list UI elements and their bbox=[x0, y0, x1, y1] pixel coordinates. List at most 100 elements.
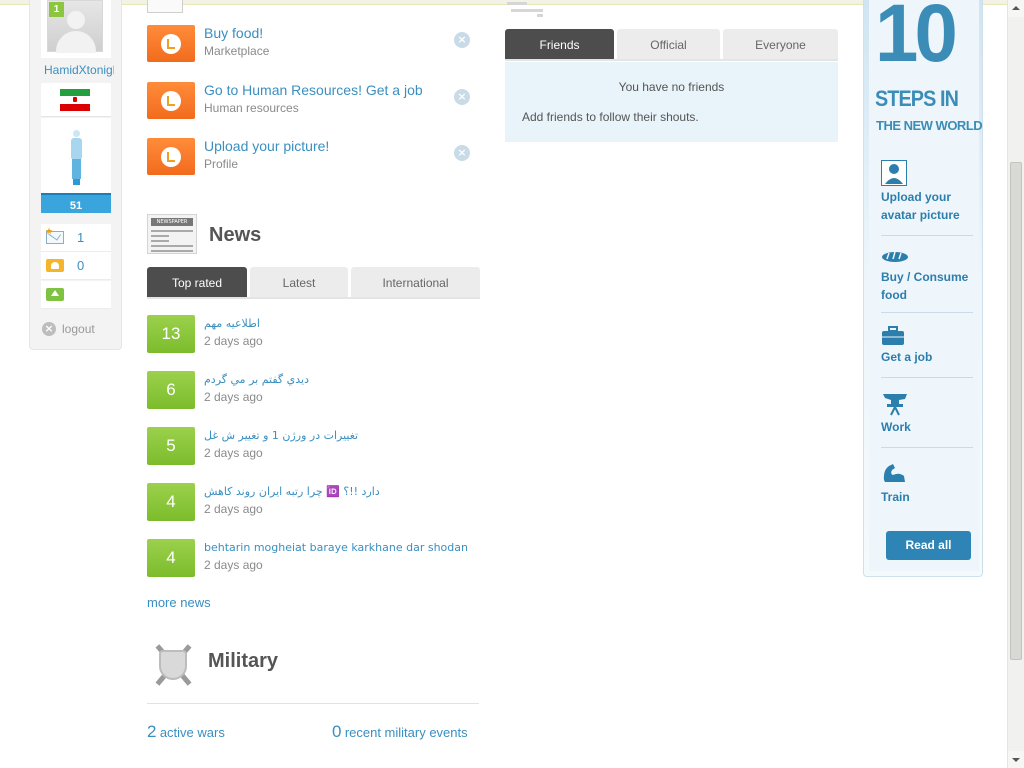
user-sidebar: 1 HamidXtonight 51 ★ 1 0 × logout bbox=[29, 0, 122, 350]
news-item: 4 behtarin mogheiat baraye karkhane dar … bbox=[147, 539, 477, 579]
task-item: Buy food! Marketplace × bbox=[147, 25, 477, 75]
bread-icon bbox=[882, 251, 908, 262]
vote-count[interactable]: 5 bbox=[147, 427, 195, 465]
crossed-swords-icon bbox=[149, 640, 197, 690]
citizenship-flag[interactable] bbox=[41, 83, 111, 117]
messages-row[interactable]: ★ 1 bbox=[41, 224, 111, 252]
step-train[interactable]: Train bbox=[881, 462, 973, 507]
active-wars-count: 2 bbox=[147, 722, 157, 741]
events-count: 0 bbox=[332, 722, 342, 741]
no-friends-message: You have no friends bbox=[618, 80, 725, 94]
news-item: 4 چرا رتبه ایران روند کاهش 🆔 دارد !!؟ 2 … bbox=[147, 483, 477, 523]
task-title-link[interactable]: Go to Human Resources! Get a job bbox=[204, 82, 423, 98]
tab-top-rated[interactable]: Top rated bbox=[147, 267, 247, 297]
step-label: Upload your avatar picture bbox=[881, 190, 960, 222]
energy-bar: 51 bbox=[41, 193, 111, 213]
step-label: Train bbox=[881, 490, 910, 504]
news-time: 2 days ago bbox=[204, 558, 263, 572]
news-title-link[interactable]: ديدي گفتم بر مي گردم bbox=[204, 373, 309, 386]
task-subtitle: Profile bbox=[204, 157, 239, 171]
news-time: 2 days ago bbox=[204, 334, 263, 348]
vote-count[interactable]: 4 bbox=[147, 483, 195, 521]
shout-tabs: Friends Official Everyone bbox=[505, 29, 838, 61]
more-news-link[interactable]: more news bbox=[147, 595, 211, 610]
briefcase-icon bbox=[882, 326, 904, 345]
step-buy-food[interactable]: Buy / Consume food bbox=[881, 250, 973, 305]
step-label: Work bbox=[881, 420, 911, 434]
vote-count[interactable]: 6 bbox=[147, 371, 195, 409]
task-clock-icon bbox=[147, 25, 195, 62]
divider bbox=[881, 312, 973, 313]
dismiss-task-icon[interactable]: × bbox=[454, 32, 470, 48]
dismiss-task-icon[interactable]: × bbox=[454, 89, 470, 105]
dismiss-task-icon[interactable]: × bbox=[454, 145, 470, 161]
alerts-count[interactable]: 0 bbox=[77, 258, 84, 273]
close-circle-icon: × bbox=[42, 322, 56, 336]
step-label: Get a job bbox=[881, 350, 933, 364]
task-subtitle: Human resources bbox=[204, 101, 299, 115]
vote-count[interactable]: 13 bbox=[147, 315, 195, 353]
partial-content-top bbox=[507, 0, 545, 18]
step-get-job[interactable]: Get a job bbox=[881, 326, 973, 366]
vertical-scrollbar[interactable] bbox=[1007, 0, 1024, 768]
steps-panel: 10 STEPS IN THE NEW WORLD Upload your av… bbox=[863, 0, 983, 577]
news-title-link[interactable]: تغییرات در ورژن 1 و تغییر ش غل bbox=[204, 429, 358, 442]
scroll-down-arrow-icon[interactable] bbox=[1008, 751, 1024, 768]
military-events-link[interactable]: 0 recent military events bbox=[332, 722, 468, 742]
steps-big-number: 10 bbox=[875, 0, 958, 79]
tab-friends[interactable]: Friends bbox=[505, 29, 614, 59]
alerts-row[interactable]: 0 bbox=[41, 252, 111, 280]
arrow-up-icon bbox=[46, 288, 64, 301]
steps-heading: STEPS IN bbox=[875, 86, 959, 111]
upgrade-row[interactable] bbox=[41, 281, 111, 309]
news-title: News bbox=[209, 224, 262, 246]
news-title-link[interactable]: اطلاعیه مهم bbox=[204, 317, 260, 330]
anvil-icon bbox=[883, 394, 907, 416]
shouts-panel: You have no friends Add friends to follo… bbox=[505, 62, 838, 142]
messages-count[interactable]: 1 bbox=[77, 230, 84, 245]
tab-latest[interactable]: Latest bbox=[250, 267, 348, 297]
scroll-up-arrow-icon[interactable] bbox=[1008, 0, 1024, 17]
character-body bbox=[41, 118, 111, 193]
iran-flag-icon bbox=[60, 89, 90, 111]
character-figure-icon bbox=[69, 130, 83, 190]
news-item: 5 تغییرات در ورژن 1 و تغییر ش غل 2 days … bbox=[147, 427, 477, 467]
partial-icon-top bbox=[147, 0, 183, 13]
step-work[interactable]: Work bbox=[881, 390, 973, 435]
divider bbox=[881, 235, 973, 236]
task-title-link[interactable]: Buy food! bbox=[204, 25, 263, 41]
tab-international[interactable]: International bbox=[351, 267, 480, 297]
level-badge: 1 bbox=[49, 2, 64, 17]
news-title-link[interactable]: چرا رتبه ایران روند کاهش 🆔 دارد !!؟ bbox=[204, 485, 380, 498]
muscle-icon bbox=[883, 464, 905, 482]
news-time: 2 days ago bbox=[204, 390, 263, 404]
task-item: Upload your picture! Profile × bbox=[147, 138, 477, 188]
news-item: 6 ديدي گفتم بر مي گردم 2 days ago bbox=[147, 371, 477, 411]
steps-subheading: THE NEW WORLD bbox=[876, 118, 983, 133]
user-icon bbox=[881, 160, 907, 186]
scrollbar-thumb[interactable] bbox=[1010, 162, 1022, 660]
newspaper-icon: NEWSPAPER bbox=[147, 214, 197, 254]
news-time: 2 days ago bbox=[204, 446, 263, 460]
logout-label: logout bbox=[62, 322, 95, 336]
step-upload-avatar[interactable]: Upload your avatar picture bbox=[881, 160, 973, 230]
read-all-button[interactable]: Read all bbox=[886, 531, 971, 560]
vote-count[interactable]: 4 bbox=[147, 539, 195, 577]
task-title-link[interactable]: Upload your picture! bbox=[204, 138, 329, 154]
active-wars-link[interactable]: 2 active wars bbox=[147, 722, 225, 742]
task-subtitle: Marketplace bbox=[204, 44, 270, 58]
divider bbox=[147, 703, 479, 704]
news-item: 13 اطلاعیه مهم 2 days ago bbox=[147, 315, 477, 355]
shouts-hint: Add friends to follow their shouts. bbox=[522, 110, 699, 124]
task-clock-icon bbox=[147, 138, 195, 175]
username-link[interactable]: HamidXtonight bbox=[44, 63, 114, 79]
tab-everyone[interactable]: Everyone bbox=[723, 29, 838, 59]
avatar[interactable]: 1 bbox=[41, 0, 111, 58]
events-label: recent military events bbox=[344, 725, 468, 740]
news-title-link[interactable]: behtarin mogheiat baraye karkhane dar sh… bbox=[204, 541, 468, 554]
military-title: Military bbox=[208, 650, 279, 672]
alert-bell-icon bbox=[46, 259, 64, 272]
tab-official[interactable]: Official bbox=[617, 29, 720, 59]
task-item: Go to Human Resources! Get a job Human r… bbox=[147, 82, 477, 132]
news-tabs: Top rated Latest International bbox=[147, 267, 480, 299]
